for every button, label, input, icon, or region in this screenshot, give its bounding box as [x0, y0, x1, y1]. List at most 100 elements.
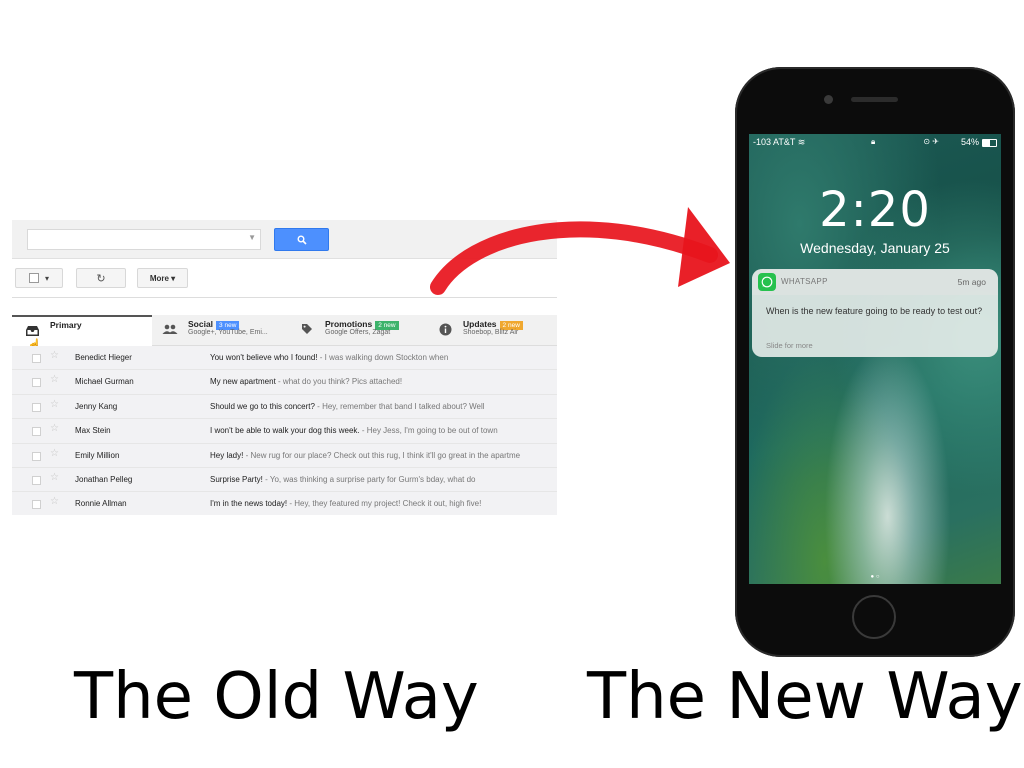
- email-subject: I'm in the news today!: [210, 499, 288, 509]
- inbox-tabs: Primary ☝ Social 3 new Google+, YouTube, …: [12, 315, 557, 352]
- email-subject: Should we go to this concert?: [210, 401, 315, 411]
- caption-new-way: The New Way: [587, 660, 1023, 734]
- star-icon[interactable]: ☆: [50, 399, 59, 410]
- checkbox[interactable]: [32, 427, 41, 437]
- earpiece-speaker: [851, 97, 898, 102]
- info-icon: [439, 323, 452, 336]
- carrier-text: -103 AT&T: [753, 137, 796, 147]
- email-subject-line: My new apartment - what do you think? Pi…: [210, 377, 402, 386]
- email-subject: My new apartment: [210, 377, 276, 387]
- email-snippet: - Yo, was thinking a surprise party for …: [262, 474, 476, 484]
- star-icon[interactable]: ☆: [50, 423, 59, 434]
- email-snippet: - Hey, remember that band I talked about…: [314, 401, 485, 411]
- star-icon[interactable]: ☆: [50, 374, 59, 385]
- search-icon: [297, 235, 307, 245]
- notification-app-name: WHATSAPP: [781, 277, 828, 286]
- tag-icon: [302, 324, 312, 334]
- more-button[interactable]: More ▾: [137, 268, 188, 288]
- home-button[interactable]: [852, 595, 896, 639]
- refresh-button[interactable]: ↻: [76, 268, 126, 288]
- tab-title: Updates: [463, 319, 497, 329]
- email-sender: Max Stein: [75, 426, 111, 436]
- email-sender: Emily Million: [75, 450, 120, 460]
- lock-icon: 🔒︎: [871, 137, 876, 146]
- star-icon[interactable]: ☆: [50, 496, 59, 507]
- email-row[interactable]: ☆ Benedict Hieger You won't believe who …: [12, 346, 557, 371]
- email-subject-line: Surprise Party! - Yo, was thinking a sur…: [210, 475, 476, 484]
- email-sender: Jenny Kang: [75, 401, 118, 411]
- email-row[interactable]: ☆ Jonathan Pelleg Surprise Party! - Yo, …: [12, 467, 557, 493]
- slide-for-more-hint[interactable]: Slide for more: [766, 341, 813, 350]
- chevron-down-icon[interactable]: ▼: [248, 233, 256, 242]
- battery-icon: [982, 139, 997, 147]
- search-button[interactable]: [274, 228, 329, 251]
- email-row[interactable]: ☆ Ronnie Allman I'm in the news today! -…: [12, 492, 557, 515]
- email-snippet: - I was walking down Stockton when: [317, 353, 449, 362]
- inbox-icon: [26, 326, 39, 336]
- battery-percent: 54%: [960, 137, 979, 147]
- tab-subtitle: Google+, YouTube, Emi...: [188, 329, 268, 336]
- email-sender: Jonathan Pelleg: [75, 474, 133, 484]
- email-subject-line: Should we go to this concert? - Hey, rem…: [210, 402, 485, 411]
- email-subject-line: I won't be able to walk your dog this we…: [210, 426, 498, 435]
- whatsapp-icon: [758, 273, 776, 291]
- people-icon: [162, 324, 178, 334]
- select-checkbox-button[interactable]: ▾: [15, 268, 63, 288]
- email-list: ☆ Benedict Hieger You won't believe who …: [12, 346, 557, 515]
- email-row[interactable]: ☆ Max Stein I won't be able to walk your…: [12, 419, 557, 444]
- email-snippet: - Hey, they featured my project! Check i…: [287, 499, 482, 509]
- chevron-down-icon: ▾: [44, 273, 49, 283]
- checkbox[interactable]: [32, 475, 41, 485]
- email-subject: I won't be able to walk your dog this we…: [210, 426, 360, 436]
- tab-social[interactable]: Social 3 new Google+, YouTube, Emi...: [160, 315, 295, 345]
- email-subject: Surprise Party!: [210, 474, 263, 484]
- email-snippet: - what do you think? Pics attached!: [275, 377, 403, 387]
- email-subject-line: You won't believe who I found! - I was w…: [210, 353, 448, 362]
- email-row[interactable]: ☆ Jenny Kang Should we go to this concer…: [12, 394, 557, 420]
- tab-updates[interactable]: Updates 2 new Shoebop, Blitz Air: [437, 315, 557, 345]
- carrier-label: -103 AT&T ≋: [753, 137, 805, 148]
- checkbox[interactable]: [32, 378, 41, 388]
- star-icon[interactable]: ☆: [50, 472, 59, 483]
- iphone: -103 AT&T ≋ 🔒︎ ⊙ ✈︎ 54% 2:20 Wednesday, …: [735, 67, 1015, 657]
- email-subject: Hey lady!: [210, 450, 244, 460]
- lock-screen-date: Wednesday, January 25: [800, 240, 950, 256]
- checkbox[interactable]: [32, 402, 41, 412]
- tab-subtitle: Shoebop, Blitz Air: [463, 329, 519, 336]
- email-subject-line: Hey lady! - New rug for our place? Check…: [210, 451, 520, 460]
- email-snippet: - Hey Jess, I'm going to be out of town: [359, 426, 498, 436]
- checkbox[interactable]: [32, 500, 41, 510]
- tab-primary[interactable]: Primary ☝: [12, 315, 152, 352]
- email-sender: Ronnie Allman: [75, 499, 127, 509]
- wifi-icon: ≋: [797, 137, 806, 147]
- alarm-icon: ⊙ ✈︎: [923, 137, 939, 146]
- whatsapp-notification[interactable]: WHATSAPP 5m ago When is the new feature …: [752, 269, 998, 357]
- checkbox-icon: [28, 273, 39, 283]
- caption-old-way: The Old Way: [74, 660, 479, 734]
- email-subject: You won't believe who I found!: [210, 353, 318, 362]
- tab-title: Primary: [50, 320, 82, 330]
- tab-title: Promotions: [325, 319, 373, 329]
- email-sender: Benedict Hieger: [75, 353, 132, 362]
- notification-message: When is the new feature going to be read…: [766, 306, 983, 316]
- tab-title: Social: [188, 319, 214, 329]
- email-subject-line: I'm in the news today! - Hey, they featu…: [210, 499, 481, 508]
- page-indicator: ● ○: [870, 574, 880, 580]
- email-row[interactable]: ☆ Emily Million Hey lady! - New rug for …: [12, 443, 557, 468]
- red-arrow-icon: [430, 207, 730, 295]
- tab-promotions[interactable]: Promotions 2 new Google Offers, Zagat: [299, 315, 432, 345]
- star-icon[interactable]: ☆: [50, 448, 59, 459]
- lock-screen-time: 2:20: [819, 182, 931, 238]
- email-snippet: - New rug for our place? Check out this …: [243, 450, 521, 460]
- star-icon[interactable]: ☆: [50, 350, 59, 361]
- checkbox[interactable]: [32, 354, 41, 363]
- notification-header: WHATSAPP 5m ago: [752, 269, 998, 295]
- search-input[interactable]: ▼: [27, 229, 261, 250]
- lock-screen[interactable]: -103 AT&T ≋ 🔒︎ ⊙ ✈︎ 54% 2:20 Wednesday, …: [749, 134, 1001, 584]
- notification-time: 5m ago: [957, 277, 986, 287]
- checkbox[interactable]: [32, 451, 41, 461]
- tab-subtitle: Google Offers, Zagat: [325, 329, 391, 336]
- refresh-icon: ↻: [96, 272, 106, 285]
- email-row[interactable]: ☆ Michael Gurman My new apartment - what…: [12, 370, 557, 395]
- status-bar: -103 AT&T ≋ 🔒︎ ⊙ ✈︎ 54%: [749, 134, 1001, 152]
